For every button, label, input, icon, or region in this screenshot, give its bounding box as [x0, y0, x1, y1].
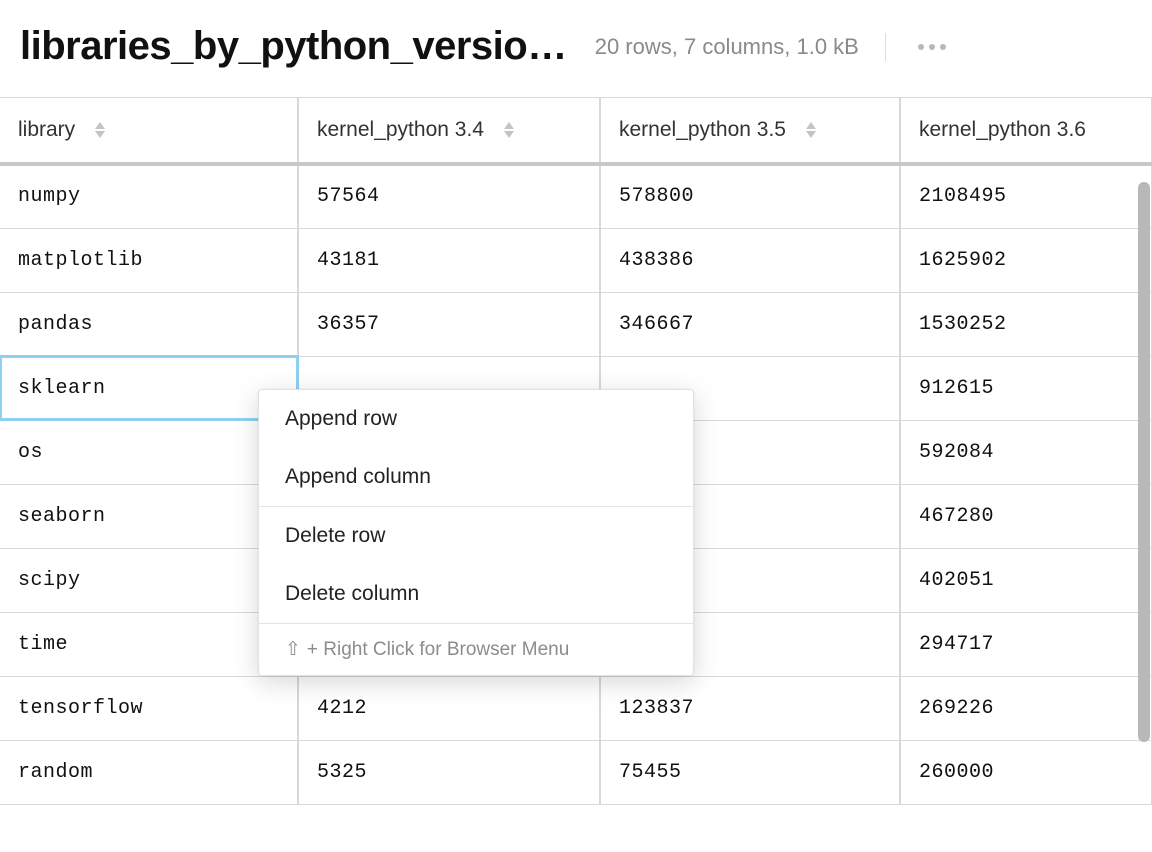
cell-k34[interactable]: 4212	[298, 676, 600, 740]
menu-hint-text: + Right Click for Browser Menu	[307, 639, 569, 661]
header-bar: libraries_by_python_versio… 20 rows, 7 c…	[0, 0, 1152, 97]
column-label: kernel_python 3.6	[919, 118, 1086, 141]
cell-k34[interactable]: 5325	[298, 740, 600, 804]
cell-library[interactable]: os	[0, 420, 298, 484]
column-header-k34[interactable]: kernel_python 3.4	[298, 98, 600, 164]
menu-item-append-column[interactable]: Append column	[259, 448, 693, 506]
cell-library[interactable]: pandas	[0, 292, 298, 356]
cell-k35[interactable]: 578800	[600, 164, 900, 228]
cell-k36[interactable]: 294717	[900, 612, 1152, 676]
cell-library[interactable]: sklearn	[0, 356, 298, 420]
table-header-row: library kernel_python 3.4 kernel_python …	[0, 98, 1152, 164]
menu-hint: ⇧ + Right Click for Browser Menu	[259, 624, 693, 675]
cell-library[interactable]: seaborn	[0, 484, 298, 548]
column-label: kernel_python 3.4	[317, 118, 484, 141]
cell-k36[interactable]: 2108495	[900, 164, 1152, 228]
cell-library[interactable]: scipy	[0, 548, 298, 612]
scrollbar-thumb[interactable]	[1138, 182, 1150, 742]
cell-k36[interactable]: 402051	[900, 548, 1152, 612]
table-stats: 20 rows, 7 columns, 1.0 kB	[595, 34, 859, 60]
cell-k34[interactable]: 43181	[298, 228, 600, 292]
cell-library[interactable]: random	[0, 740, 298, 804]
cell-k36[interactable]: 467280	[900, 484, 1152, 548]
menu-item-delete-column[interactable]: Delete column	[259, 565, 693, 623]
cell-k36[interactable]: 592084	[900, 420, 1152, 484]
cell-k35[interactable]: 75455	[600, 740, 900, 804]
column-label: library	[18, 118, 75, 141]
menu-item-delete-row[interactable]: Delete row	[259, 507, 693, 565]
cell-k35[interactable]: 123837	[600, 676, 900, 740]
cell-library[interactable]: tensorflow	[0, 676, 298, 740]
cell-k34[interactable]: 36357	[298, 292, 600, 356]
table-row: numpy575645788002108495	[0, 164, 1152, 228]
scrollbar-track[interactable]	[1138, 112, 1150, 832]
sort-icon[interactable]	[806, 122, 816, 138]
table-row: random532575455260000	[0, 740, 1152, 804]
shift-key-icon: ⇧	[285, 638, 301, 661]
table-row: tensorflow4212123837269226	[0, 676, 1152, 740]
menu-item-append-row[interactable]: Append row	[259, 390, 693, 448]
sort-icon[interactable]	[504, 122, 514, 138]
cell-k36[interactable]: 912615	[900, 356, 1152, 420]
column-header-k36[interactable]: kernel_python 3.6	[900, 98, 1152, 164]
cell-library[interactable]: time	[0, 612, 298, 676]
cell-k35[interactable]: 438386	[600, 228, 900, 292]
divider	[885, 33, 886, 61]
cell-k35[interactable]: 346667	[600, 292, 900, 356]
page-title[interactable]: libraries_by_python_versio…	[20, 24, 567, 69]
cell-k36[interactable]: 1625902	[900, 228, 1152, 292]
more-options-icon[interactable]	[912, 38, 952, 56]
context-menu: Append row Append column Delete row Dele…	[258, 389, 694, 676]
column-header-library[interactable]: library	[0, 98, 298, 164]
column-header-k35[interactable]: kernel_python 3.5	[600, 98, 900, 164]
cell-k34[interactable]: 57564	[298, 164, 600, 228]
cell-library[interactable]: matplotlib	[0, 228, 298, 292]
cell-k36[interactable]: 260000	[900, 740, 1152, 804]
column-label: kernel_python 3.5	[619, 118, 786, 141]
table-row: matplotlib431814383861625902	[0, 228, 1152, 292]
table-row: pandas363573466671530252	[0, 292, 1152, 356]
sort-icon[interactable]	[95, 122, 105, 138]
cell-library[interactable]: numpy	[0, 164, 298, 228]
cell-k36[interactable]: 1530252	[900, 292, 1152, 356]
cell-k36[interactable]: 269226	[900, 676, 1152, 740]
